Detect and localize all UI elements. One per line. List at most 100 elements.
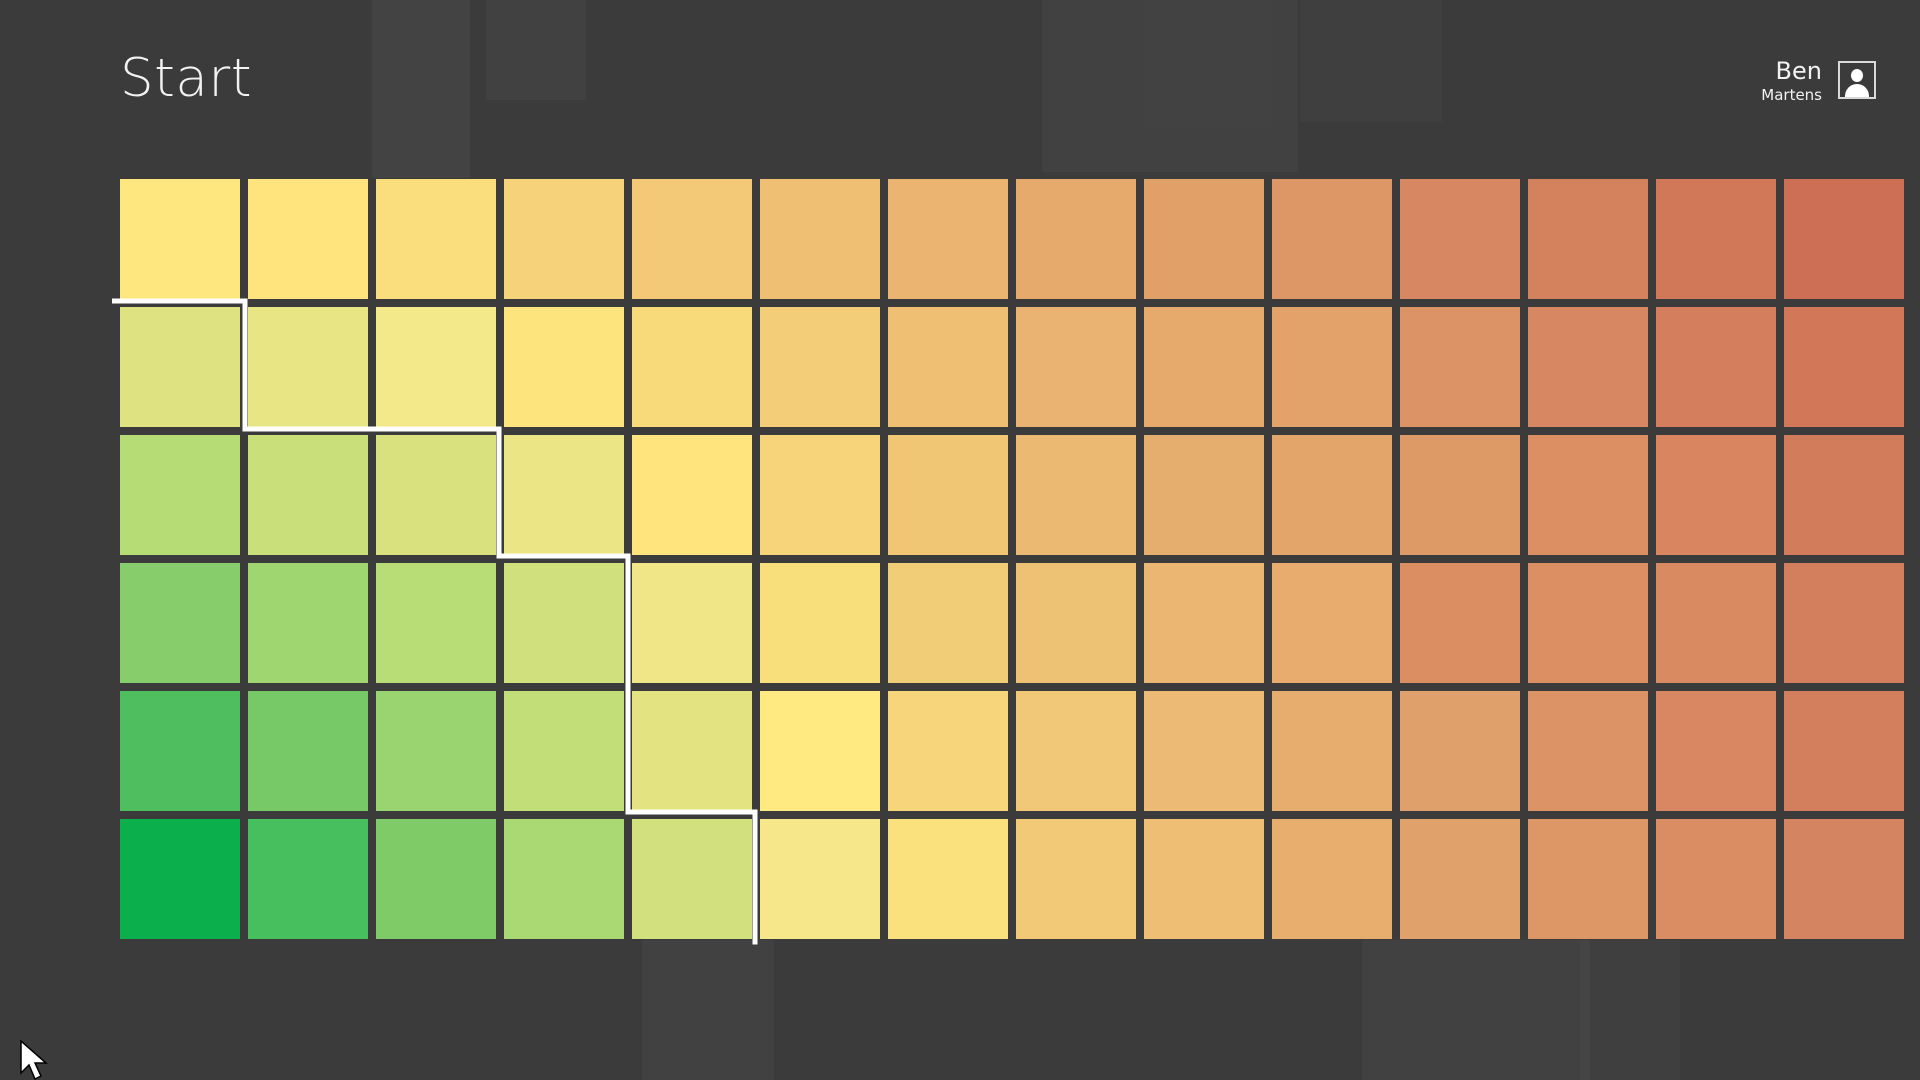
color-tile[interactable] bbox=[1144, 179, 1264, 299]
color-tile[interactable] bbox=[1400, 435, 1520, 555]
background-tile-shape bbox=[642, 940, 774, 1080]
color-tile[interactable] bbox=[632, 307, 752, 427]
color-tile[interactable] bbox=[1400, 563, 1520, 683]
color-tile[interactable] bbox=[504, 563, 624, 683]
color-tile[interactable] bbox=[1272, 307, 1392, 427]
color-tile[interactable] bbox=[1784, 563, 1904, 683]
color-tile[interactable] bbox=[888, 819, 1008, 939]
color-tile[interactable] bbox=[1528, 691, 1648, 811]
color-tile[interactable] bbox=[1528, 435, 1648, 555]
color-tile[interactable] bbox=[632, 691, 752, 811]
color-tile[interactable] bbox=[632, 819, 752, 939]
color-tile[interactable] bbox=[1016, 307, 1136, 427]
color-tile[interactable] bbox=[1272, 179, 1392, 299]
avatar-head-shape bbox=[1851, 69, 1863, 82]
color-tile[interactable] bbox=[1144, 691, 1264, 811]
color-tile[interactable] bbox=[1272, 563, 1392, 683]
background-tile-shape bbox=[372, 0, 470, 178]
color-tile[interactable] bbox=[376, 435, 496, 555]
color-tile[interactable] bbox=[504, 307, 624, 427]
color-tile[interactable] bbox=[632, 563, 752, 683]
color-tile[interactable] bbox=[760, 819, 880, 939]
color-tile[interactable] bbox=[1656, 435, 1776, 555]
color-tile[interactable] bbox=[1528, 307, 1648, 427]
color-tile[interactable] bbox=[1400, 819, 1520, 939]
color-tile[interactable] bbox=[1144, 563, 1264, 683]
color-tile[interactable] bbox=[888, 691, 1008, 811]
color-tile[interactable] bbox=[120, 563, 240, 683]
color-tile[interactable] bbox=[248, 307, 368, 427]
color-tile[interactable] bbox=[1400, 307, 1520, 427]
color-tile[interactable] bbox=[1784, 435, 1904, 555]
color-tile[interactable] bbox=[376, 819, 496, 939]
color-tile[interactable] bbox=[1528, 563, 1648, 683]
color-tile[interactable] bbox=[1144, 307, 1264, 427]
color-tile[interactable] bbox=[632, 435, 752, 555]
color-tile[interactable] bbox=[760, 563, 880, 683]
color-tile[interactable] bbox=[248, 563, 368, 683]
user-first-name: Ben bbox=[1775, 57, 1822, 85]
user-silhouette-icon[interactable] bbox=[1838, 61, 1876, 99]
page-title: Start bbox=[120, 48, 252, 109]
color-tile[interactable] bbox=[248, 435, 368, 555]
background-tile-shape bbox=[1362, 940, 1590, 1080]
color-tile[interactable] bbox=[760, 307, 880, 427]
color-tile[interactable] bbox=[1016, 819, 1136, 939]
color-tile[interactable] bbox=[504, 819, 624, 939]
color-tile[interactable] bbox=[1144, 435, 1264, 555]
background-tile-shape bbox=[1580, 940, 1680, 1080]
user-last-name: Martens bbox=[1761, 86, 1822, 104]
color-tile[interactable] bbox=[1272, 691, 1392, 811]
color-tile[interactable] bbox=[1144, 819, 1264, 939]
start-screen: Start Ben Martens bbox=[0, 0, 1920, 1080]
color-tile[interactable] bbox=[120, 435, 240, 555]
color-tile[interactable] bbox=[888, 563, 1008, 683]
color-tile[interactable] bbox=[888, 307, 1008, 427]
color-tile[interactable] bbox=[376, 307, 496, 427]
color-tile[interactable] bbox=[1784, 179, 1904, 299]
color-tile[interactable] bbox=[376, 563, 496, 683]
color-tile[interactable] bbox=[888, 179, 1008, 299]
color-tile[interactable] bbox=[888, 435, 1008, 555]
color-tile[interactable] bbox=[376, 179, 496, 299]
color-tile[interactable] bbox=[1016, 691, 1136, 811]
color-tile[interactable] bbox=[1400, 179, 1520, 299]
background-tile-shape bbox=[1300, 0, 1442, 122]
avatar-body-shape bbox=[1845, 84, 1869, 97]
color-tile[interactable] bbox=[760, 179, 880, 299]
color-tile[interactable] bbox=[1272, 819, 1392, 939]
color-tile[interactable] bbox=[760, 691, 880, 811]
color-tile[interactable] bbox=[1272, 435, 1392, 555]
color-tile[interactable] bbox=[120, 819, 240, 939]
background-tile-shape bbox=[1042, 0, 1298, 172]
color-tile[interactable] bbox=[504, 691, 624, 811]
color-tile[interactable] bbox=[1656, 307, 1776, 427]
color-tile[interactable] bbox=[1656, 563, 1776, 683]
color-tile[interactable] bbox=[1656, 179, 1776, 299]
color-tile[interactable] bbox=[1784, 819, 1904, 939]
color-tile[interactable] bbox=[1400, 691, 1520, 811]
color-tile[interactable] bbox=[504, 435, 624, 555]
background-tile-shape bbox=[486, 0, 586, 100]
color-tile[interactable] bbox=[1784, 691, 1904, 811]
color-tile[interactable] bbox=[1016, 179, 1136, 299]
color-tile[interactable] bbox=[760, 435, 880, 555]
color-tile[interactable] bbox=[120, 691, 240, 811]
color-tile[interactable] bbox=[248, 179, 368, 299]
color-tile[interactable] bbox=[120, 179, 240, 299]
color-tile[interactable] bbox=[248, 691, 368, 811]
color-tile[interactable] bbox=[504, 179, 624, 299]
user-account[interactable]: Ben Martens bbox=[1705, 58, 1876, 104]
color-tile[interactable] bbox=[120, 307, 240, 427]
color-tile[interactable] bbox=[1016, 563, 1136, 683]
color-tile[interactable] bbox=[1528, 819, 1648, 939]
start-tile-grid bbox=[120, 179, 1905, 939]
color-tile[interactable] bbox=[248, 819, 368, 939]
color-tile[interactable] bbox=[632, 179, 752, 299]
color-tile[interactable] bbox=[1784, 307, 1904, 427]
color-tile[interactable] bbox=[1016, 435, 1136, 555]
color-tile[interactable] bbox=[1528, 179, 1648, 299]
color-tile[interactable] bbox=[1656, 691, 1776, 811]
color-tile[interactable] bbox=[376, 691, 496, 811]
color-tile[interactable] bbox=[1656, 819, 1776, 939]
